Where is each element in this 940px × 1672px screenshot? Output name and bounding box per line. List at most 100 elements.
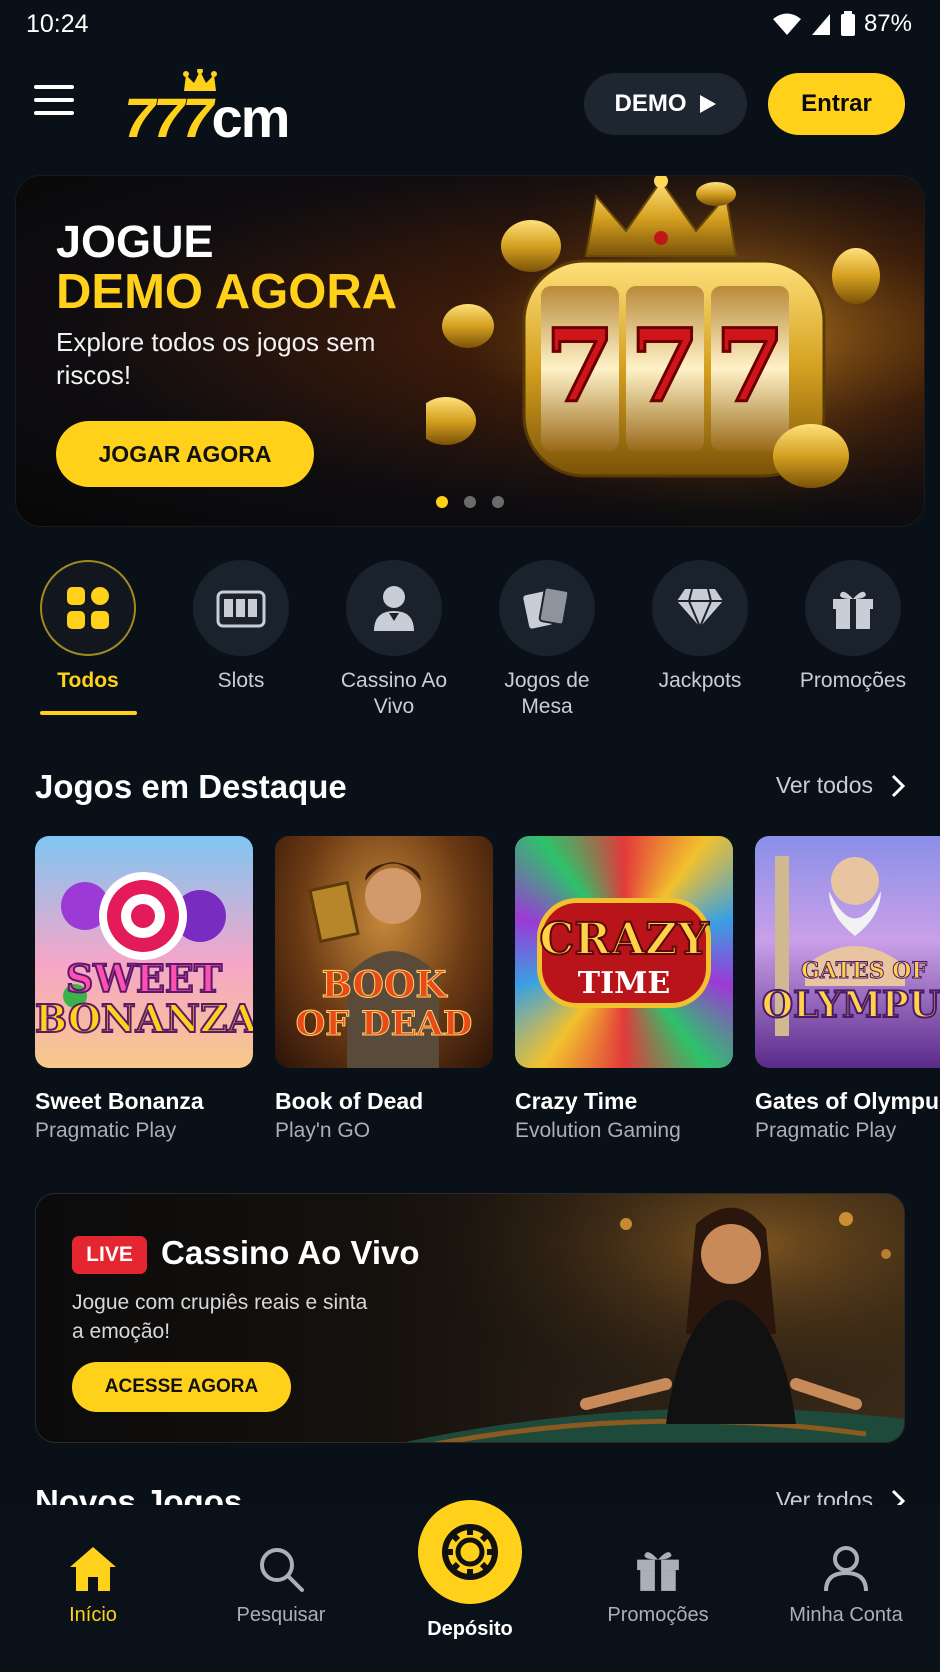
search-icon	[260, 1548, 304, 1592]
deposit-label: Depósito	[427, 1618, 513, 1640]
chevron-right-icon	[891, 774, 905, 797]
gift-icon	[833, 591, 873, 629]
game-thumbnail: BOOK OF DEAD	[275, 836, 493, 1068]
svg-text:7: 7	[630, 307, 700, 425]
game-art-title: SWEET	[65, 955, 223, 1002]
active-tab-indicator	[40, 711, 137, 715]
live-dealer-illustration	[396, 1194, 904, 1442]
logo[interactable]: 777cm	[124, 63, 324, 149]
zeus-icon	[775, 856, 905, 1036]
hero-title-line1: JOGUE	[56, 216, 214, 267]
category-promotions[interactable]: Promoções	[788, 560, 918, 694]
live-casino-title: Cassino Ao Vivo	[161, 1234, 420, 1271]
logo-text: 777cm	[124, 86, 290, 149]
status-time: 10:24	[26, 10, 89, 38]
battery-level: 87%	[863, 10, 912, 37]
chip-icon	[442, 1524, 498, 1580]
game-thumbnail: SWEET BONANZA	[35, 836, 253, 1068]
cards-icon	[523, 586, 570, 629]
game-name: Sweet Bonanza	[35, 1088, 204, 1114]
status-icons: 87%	[772, 10, 912, 38]
see-all-link[interactable]: Ver todos	[776, 772, 905, 799]
status-bar: 10:24 87%	[0, 0, 940, 50]
svg-text:7: 7	[545, 307, 615, 425]
carousel-dot[interactable]	[464, 496, 476, 508]
game-art-subtitle: TIME	[577, 966, 671, 1001]
nav-label: Início	[69, 1604, 117, 1626]
deposit-button[interactable]	[418, 1500, 522, 1604]
category-label: Todos	[57, 669, 119, 692]
game-provider: Pragmatic Play	[35, 1119, 177, 1142]
category-label: Slots	[217, 669, 265, 692]
featured-section-header: Jogos em Destaque Ver todos	[35, 768, 905, 808]
app-header: 777cm DEMO Entrar	[0, 55, 940, 150]
category-label: Jackpots	[658, 669, 742, 692]
menu-icon	[34, 85, 74, 89]
diamond-icon	[677, 588, 723, 629]
game-card[interactable]: SWEET BONANZA Sweet Bonanza Pragmatic Pl…	[35, 836, 253, 1143]
dealer-icon	[374, 586, 414, 631]
nav-search[interactable]: Pesquisar	[201, 1545, 361, 1627]
demo-button[interactable]: DEMO	[584, 73, 747, 135]
game-art-title: GATES OF	[800, 958, 928, 985]
game-name: Crazy Time	[515, 1088, 638, 1114]
nav-label: Pesquisar	[236, 1604, 326, 1626]
carousel-dot[interactable]	[492, 496, 504, 508]
game-provider: Evolution Gaming	[515, 1119, 681, 1142]
nav-label: Minha Conta	[789, 1604, 903, 1626]
demo-label: DEMO	[614, 90, 687, 117]
login-button[interactable]: Entrar	[768, 73, 905, 135]
game-card[interactable]: CRAZY TIME Crazy Time Evolution Gaming	[515, 836, 733, 1143]
live-badge: LIVE	[72, 1236, 147, 1274]
wifi-icon	[772, 13, 801, 35]
game-provider: Play'n GO	[275, 1119, 371, 1142]
category-tabs: Todos Slots Cassino Ao Vivo Jogos de Mes…	[0, 560, 940, 720]
grid-icon	[67, 587, 109, 629]
signal-icon	[811, 14, 830, 35]
category-label: Jogos de Mesa	[504, 669, 590, 718]
play-now-button[interactable]: JOGAR AGORA	[56, 421, 314, 487]
category-label: Promoções	[799, 669, 907, 692]
live-casino-banner[interactable]: LIVE Cassino Ao Vivo Jogue com crupiês r…	[35, 1193, 905, 1443]
bottom-navigation: Início Pesquisar Depósito Promoções Minh…	[0, 1500, 940, 1672]
game-provider: Pragmatic Play	[755, 1119, 897, 1142]
section-title: Jogos em Destaque	[35, 768, 347, 805]
game-card[interactable]: BOOK OF DEAD Book of Dead Play'n GO	[275, 836, 493, 1143]
category-label: Cassino Ao Vivo	[340, 669, 448, 718]
carousel-dots[interactable]	[436, 496, 504, 508]
nav-home[interactable]: Início	[13, 1545, 173, 1627]
game-name: Book of Dead	[275, 1088, 424, 1114]
access-now-button[interactable]: ACESSE AGORA	[72, 1362, 291, 1412]
category-jackpots[interactable]: Jackpots	[635, 560, 765, 694]
game-art-subtitle: BONANZA	[35, 995, 253, 1042]
play-icon	[699, 95, 716, 113]
hero-banner[interactable]: JOGUE DEMO AGORA Explore todos os jogos …	[15, 175, 925, 527]
svg-text:7: 7	[715, 307, 785, 425]
category-live-casino[interactable]: Cassino Ao Vivo	[329, 560, 459, 720]
category-slots[interactable]: Slots	[176, 560, 306, 694]
menu-button[interactable]	[34, 85, 76, 119]
game-thumbnail: CRAZY TIME	[515, 836, 733, 1068]
carousel-dot[interactable]	[436, 496, 448, 508]
game-thumbnail: GATES OF OLYMPUS	[755, 836, 940, 1068]
game-art-title: CRAZY	[538, 913, 709, 966]
category-table-games[interactable]: Jogos de Mesa	[482, 560, 612, 720]
game-card[interactable]: GATES OF OLYMPUS Gates of Olympus Pragma…	[755, 836, 940, 1143]
slot-machine-icon	[216, 590, 266, 628]
hero-title-line2: DEMO AGORA	[56, 265, 398, 319]
nav-promotions[interactable]: Promoções	[578, 1545, 738, 1627]
user-icon	[824, 1546, 868, 1592]
nav-label: Promoções	[607, 1604, 709, 1626]
live-casino-subtitle: Jogue com crupiês reais e sinta a emoção…	[72, 1291, 368, 1343]
category-todos[interactable]: Todos	[23, 560, 153, 694]
game-name: Gates of Olympus	[755, 1088, 940, 1114]
home-icon	[70, 1547, 116, 1591]
featured-games-carousel: SWEET BONANZA Sweet Bonanza Pragmatic Pl…	[35, 836, 940, 1146]
game-art-subtitle: OLYMPUS	[761, 983, 940, 1027]
battery-icon	[840, 11, 855, 36]
game-art-subtitle: OF DEAD	[295, 1004, 473, 1045]
gift-icon	[637, 1552, 679, 1591]
nav-account[interactable]: Minha Conta	[766, 1545, 926, 1627]
slot-machine-illustration: 7 7 7	[426, 176, 924, 526]
game-art-title: BOOK	[321, 964, 447, 1007]
